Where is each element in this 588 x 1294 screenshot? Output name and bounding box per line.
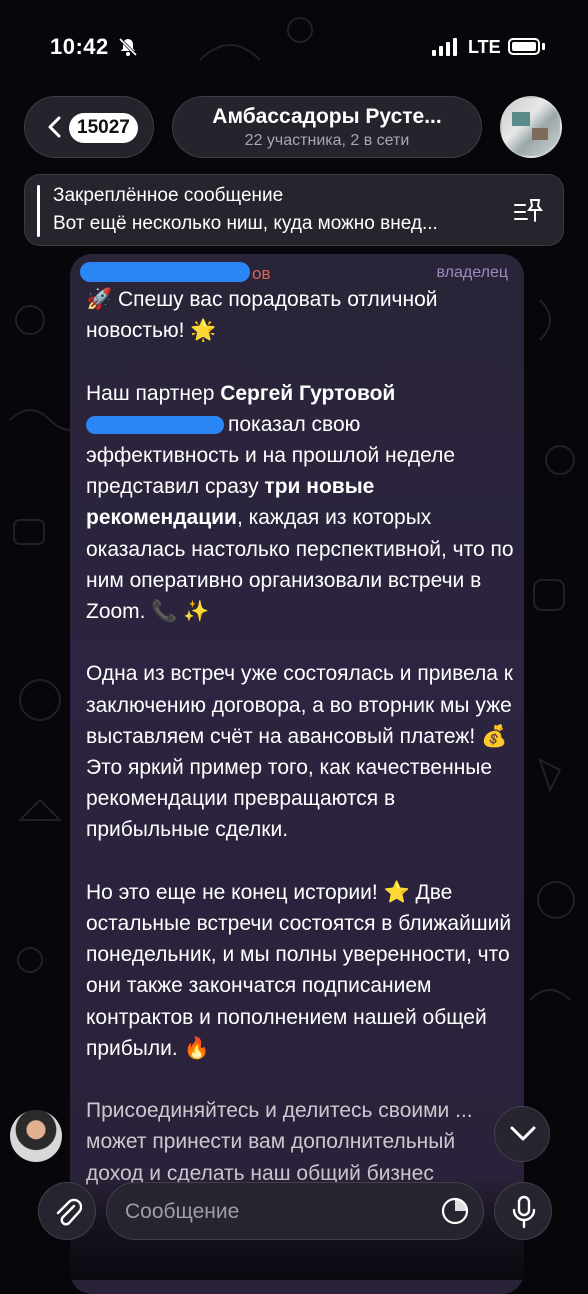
signal-icon xyxy=(432,38,457,56)
chat-subtitle: 22 участника, 2 в сети xyxy=(244,132,410,149)
pinned-message-bar[interactable]: Закреплённое сообщение Вот ещё несколько… xyxy=(24,174,564,246)
microphone-icon xyxy=(512,1195,536,1229)
bell-slash-icon xyxy=(118,37,138,57)
chat-header[interactable]: Амбассадоры Русте... 22 участника, 2 в с… xyxy=(172,96,482,158)
message-paragraph-4: Но это еще не конец истории! ⭐ Две остал… xyxy=(86,880,512,1060)
sticker-icon[interactable] xyxy=(441,1197,469,1225)
message-paragraph-2: Наш партнер Сергей Гуртовой показал свою … xyxy=(86,378,516,628)
sender-name-redaction xyxy=(80,262,250,282)
message-bubble[interactable]: ов владелец 🚀 Спешу вас порадовать отлич… xyxy=(70,254,524,1294)
message-paragraph-1: 🚀 Спешу вас порадовать отличной новостью… xyxy=(86,288,438,343)
message-input[interactable]: Сообщение xyxy=(106,1182,484,1240)
group-avatar[interactable] xyxy=(500,96,562,158)
back-button[interactable]: 15027 xyxy=(24,96,154,158)
unread-count-badge: 15027 xyxy=(69,113,138,143)
status-bar: 10:42 LTE xyxy=(0,0,588,96)
pinned-title: Закреплённое сообщение xyxy=(53,185,284,206)
pinned-list-icon[interactable] xyxy=(513,197,543,225)
paperclip-icon xyxy=(56,1198,82,1226)
pinned-text: Вот ещё несколько ниш, куда можно внед..… xyxy=(53,213,438,234)
message-input-placeholder: Сообщение xyxy=(125,1200,240,1223)
scroll-down-button[interactable] xyxy=(494,1106,550,1162)
battery-tip xyxy=(542,43,545,50)
chat-title: Амбассадоры Русте... xyxy=(212,105,442,128)
pinned-indicator xyxy=(37,185,40,237)
sender-role-badge: владелец xyxy=(436,264,508,281)
chevron-down-icon xyxy=(510,1126,536,1141)
mention-redaction[interactable] xyxy=(86,416,224,435)
attach-button[interactable] xyxy=(38,1182,96,1240)
microphone-button[interactable] xyxy=(494,1182,552,1240)
message-paragraph-3: Одна из встреч уже состоялась и привела … xyxy=(86,662,513,842)
status-time: 10:42 xyxy=(50,34,109,59)
battery-icon xyxy=(508,38,540,55)
chevron-left-icon xyxy=(48,116,61,138)
network-type: LTE xyxy=(468,37,501,57)
message-text: 🚀 Спешу вас порадовать отличной новостью… xyxy=(86,284,516,1220)
paragraph-2-intro: Наш партнер xyxy=(86,381,221,405)
partner-name: Сергей Гуртовой xyxy=(220,381,396,405)
sender-name[interactable]: ов xyxy=(252,264,271,284)
sender-avatar[interactable] xyxy=(10,1110,62,1162)
